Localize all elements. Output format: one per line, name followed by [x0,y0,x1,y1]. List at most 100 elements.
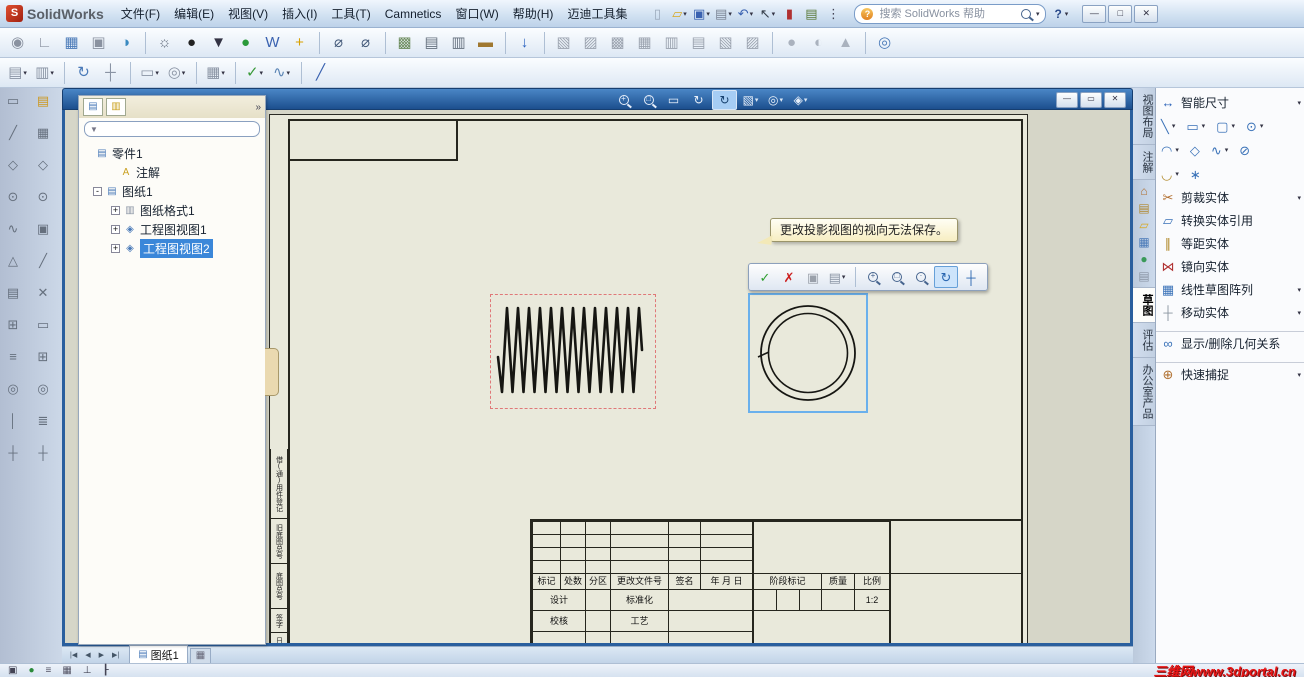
trim-entities-tool[interactable]: ✂ 剪裁实体 ▾ [1156,186,1304,209]
left-dock-icon[interactable]: ▤ [7,286,19,299]
smart-dimension-tool[interactable]: ↔ 智能尺寸 ▾ [1156,91,1304,114]
table-icon[interactable]: ▦ ▾ [196,61,228,84]
slot-tool[interactable]: ▢ ▾ [1216,120,1235,133]
feature-cube-icon[interactable]: ▥▾ [659,32,684,54]
ok-icon[interactable]: ✓▾ [754,267,776,287]
left-dock-icon[interactable]: ≣ [38,414,49,427]
menu-item[interactable]: 工具(T) [324,2,377,25]
feature-cube-icon[interactable]: ▩▾ [605,32,630,54]
note-icon[interactable]: ▭ ▾ [130,61,162,84]
tree-item-sheet1[interactable]: - ▤ 图纸1 [81,182,263,201]
left-dock-icon[interactable]: ╱ [9,126,17,139]
next-sheet-button[interactable]: ▶ [95,651,108,659]
feature-cube-icon[interactable]: ▦▾ [632,32,657,54]
tab-sketch[interactable]: 草图 [1133,288,1155,323]
cancel-icon[interactable]: ✗▾ [778,267,800,287]
zoom-area-icon[interactable]: □▾ [886,267,908,287]
offset-entities-tool[interactable]: ∥ 等距实体 ▾ [1156,232,1304,255]
circle-tool[interactable]: ⊙ ▾ [1246,120,1263,133]
linear-sketch-pattern-tool[interactable]: ▦ 线性草图阵列 ▾ [1156,278,1304,301]
help-icon[interactable]: ? [1054,7,1061,21]
web-globe-icon[interactable]: ◑▾ [113,32,138,54]
import-arrow-icon[interactable]: ↓▾ [505,31,537,54]
dropdown-icon[interactable]: ▾ [1297,194,1301,202]
camnetics-part-icon[interactable]: ◉▾ [5,32,30,54]
left-dock-icon[interactable]: ◎ [7,382,18,395]
tree-expander[interactable]: + [111,206,120,215]
save-icon[interactable]: ▣▾ [691,4,711,24]
dropdown-icon[interactable]: ▾ [1297,286,1301,294]
status-icon[interactable]: ● [28,665,34,676]
left-dock-icon[interactable]: ◇ [8,158,18,171]
left-dock-icon[interactable]: ⊙ [8,190,19,203]
left-dock-icon[interactable]: ≡ [9,350,17,363]
help-menu[interactable]: ? ▾ [1054,7,1068,21]
menu-item[interactable]: 编辑(E) [167,2,221,25]
green-sphere-icon[interactable]: ●▾ [233,32,258,54]
tree-filter-input[interactable]: ▼ [84,121,260,137]
surface-half-icon[interactable]: ◐▾ [806,32,831,54]
gear-icon[interactable]: ☼▾ [145,31,177,54]
close-button[interactable]: ✕ [1134,4,1159,23]
rotate-view-icon[interactable]: ↻▾ [64,61,96,84]
open-icon[interactable]: ▱ ▾ [669,4,689,24]
menu-item[interactable]: Camnetics [378,4,449,24]
dropdown-icon[interactable]: ▾ [1297,371,1301,379]
first-sheet-button[interactable]: |◀ [66,651,81,659]
drawing-view-spring-front[interactable] [490,294,656,409]
appearances-icon[interactable]: ● [1140,253,1147,265]
display-style-icon[interactable]: ▧ ▾ [739,91,762,109]
quick-snaps-tool[interactable]: ⊕ 快速捕捉 ▾ [1156,362,1304,386]
overflow-icon[interactable]: ⋮▾ [823,4,843,24]
feature-cube-icon[interactable]: ▨▾ [740,32,765,54]
undo-icon[interactable]: ↶ ▾ [735,4,755,24]
point-tool[interactable]: ∗▾ [1190,168,1201,181]
left-dock-icon[interactable]: ◎ [37,382,48,395]
rebuild-icon[interactable]: ▮▾ [779,4,799,24]
view-palette-icon[interactable]: ▦ [1138,236,1149,248]
doc-minimize-button[interactable]: — [1056,92,1078,108]
search-input[interactable] [877,6,1017,21]
maximize-button[interactable]: □ [1108,4,1133,23]
left-dock-icon[interactable]: △ [8,254,18,267]
check-spline-icon[interactable]: ✓ ▾ [235,61,267,84]
add-sheet-tab[interactable]: ▦ [189,647,212,663]
left-dock-icon[interactable]: ▦ [37,126,49,139]
drawing-view-spring-top[interactable] [748,293,868,413]
tree-item-drawing-view2[interactable]: + ◈ 工程图视图2 [81,239,263,258]
new-document-icon[interactable]: ▯▾ [647,4,667,24]
save-icon[interactable]: ▣▾ [802,267,824,287]
feature-cube-icon[interactable]: ▤▾ [686,32,711,54]
left-dock-icon[interactable]: ⊞ [38,350,49,363]
doc-close-button[interactable]: ✕ [1104,92,1126,108]
tab-office-products[interactable]: 办公室产品 [1133,358,1155,426]
tree-item-annotations[interactable]: A 注解 [81,163,263,182]
tree-root-part[interactable]: ▤ 零件1 [81,144,263,163]
left-dock-icon[interactable]: │ [9,414,17,427]
pan-icon[interactable]: ┼▾ [960,267,982,287]
feature-tree-tab[interactable]: ▤ [83,98,103,116]
convert-entities-tool[interactable]: ▱ 转换实体引用 ▾ [1156,209,1304,232]
left-dock-icon[interactable]: ┼ [8,446,17,459]
spline-icon[interactable]: ∿ ▾ [269,62,294,84]
dropdown-icon[interactable]: ▾ [1297,99,1301,107]
sheet-icon[interactable]: ▤ ▾ [826,267,848,287]
tab-evaluate[interactable]: 评估 [1133,323,1155,358]
line-tool[interactable]: ╲ ▾ [1161,120,1175,133]
left-dock-icon[interactable]: ┼ [38,446,47,459]
machine-tool-icon[interactable]: ▣▾ [86,32,111,54]
menu-item[interactable]: 迈迪工具集 [560,2,634,25]
rotate-view-icon[interactable]: ↻▾ [934,266,958,288]
left-dock-icon[interactable]: ▣ [37,222,49,235]
ellipse-tool[interactable]: ⊘▾ [1239,144,1250,157]
pan-icon[interactable]: ┼▾ [98,62,123,84]
corner-rectangle-tool[interactable]: ▭ ▾ [1186,120,1205,133]
tab-view-layout[interactable]: 视图布局 [1133,88,1155,145]
w-tool-icon[interactable]: W▾ [260,32,285,54]
sheet-copy-icon[interactable]: ▤ ▾ [5,62,30,84]
image-export-icon[interactable]: ▩▾ [385,31,417,54]
zoom-selection-icon[interactable]: ·▾ [910,267,932,287]
left-dock-icon[interactable]: ◇ [38,158,48,171]
left-dock-icon[interactable]: ⊙ [38,190,49,203]
drawing-sheet[interactable]: 借(通)用件登记旧底图总号底图总号签字日期 标记 处数 分区 更改文件号 [269,114,1028,643]
